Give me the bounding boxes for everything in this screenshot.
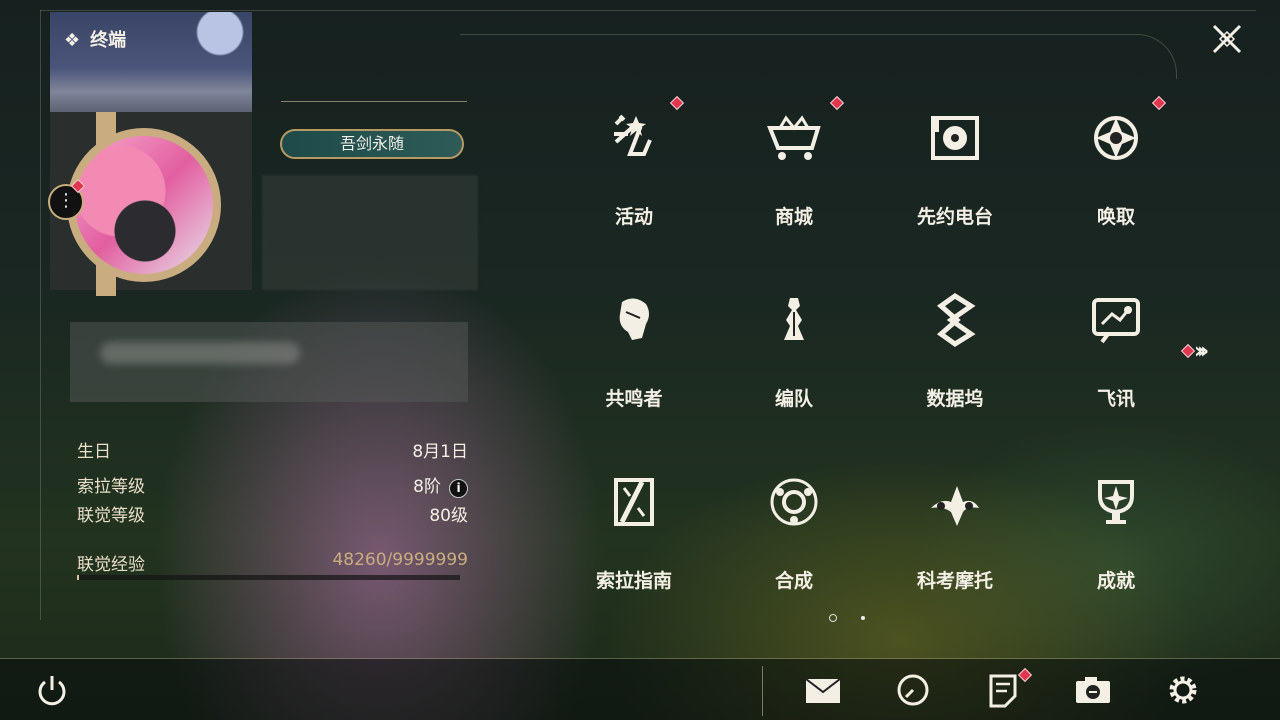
menu-item[interactable]: 合成 (719, 474, 869, 614)
title-badge[interactable]: 吾剑永随 (280, 129, 464, 159)
menu-item-badge (829, 95, 845, 111)
menu-item[interactable]: 商城 (719, 95, 869, 250)
close-icon (1212, 24, 1242, 54)
stat-label: 联觉经验 (77, 555, 145, 575)
clock-button[interactable] (893, 670, 933, 710)
camera-icon (1076, 677, 1110, 703)
menu-item[interactable]: 飞讯 (1041, 292, 1191, 432)
menu-item-label: 共鸣者 (605, 388, 663, 410)
stat-value: 80级 (429, 506, 468, 526)
stat-value: 48260/9999999 (332, 550, 468, 570)
menu-item-label: 合成 (774, 570, 813, 592)
terminal-title-text: 终端 (90, 30, 127, 51)
stat-value: 8月1日 (412, 442, 468, 462)
notes-button[interactable] (983, 670, 1023, 710)
menu-item-badge (1151, 95, 1167, 111)
activity-icon (606, 110, 662, 166)
motorcycle-icon (927, 474, 983, 530)
frame-line-left (40, 10, 41, 620)
synthesis-icon (766, 474, 822, 530)
stat-label: 索拉等级 (77, 477, 145, 497)
xp-progress-fill (77, 575, 80, 580)
frame-line-top (40, 10, 1256, 11)
menu-item-label: 先约电台 (916, 206, 993, 228)
achievement-icon (1088, 474, 1144, 530)
stat-birthday: 生日 8月1日 (77, 437, 468, 462)
signature-text-blurred (100, 342, 300, 364)
shop-icon (766, 110, 822, 166)
menu-item[interactable]: 先约电台 (880, 110, 1030, 250)
menu-item-badge (669, 95, 685, 111)
player-name-blurred (262, 175, 478, 290)
avatar[interactable] (75, 136, 213, 274)
menu-item[interactable]: 成就 (1041, 474, 1191, 614)
power-button[interactable] (32, 670, 72, 710)
summon-icon (1088, 110, 1144, 166)
name-divider (281, 101, 467, 102)
frame-line-curve (460, 34, 1177, 79)
mail-icon (805, 678, 841, 703)
message-icon (1088, 292, 1144, 348)
menu-item-label: 索拉指南 (595, 570, 672, 592)
menu-item[interactable]: 活动 (559, 95, 709, 250)
mail-button[interactable] (803, 670, 843, 710)
menu-item-label: 成就 (1096, 570, 1135, 592)
stat-value-row: 8阶 i (413, 472, 468, 498)
settings-button[interactable] (1163, 670, 1203, 710)
menu-item-label: 飞讯 (1096, 388, 1135, 410)
settings-icon (1169, 676, 1197, 704)
menu-item[interactable]: 共鸣者 (559, 292, 709, 432)
menu-item[interactable]: 数据坞 (880, 292, 1030, 432)
menu-item-label: 商城 (774, 206, 813, 228)
menu-item-label: 活动 (614, 206, 653, 228)
team-icon (766, 292, 822, 348)
menu-item-label: 编队 (774, 388, 813, 410)
menu-item-label: 数据坞 (926, 388, 984, 410)
menu-item[interactable]: 编队 (719, 292, 869, 432)
stat-label: 生日 (77, 442, 111, 462)
menu-item[interactable]: 科考摩托 (880, 474, 1030, 614)
stat-label: 联觉等级 (77, 506, 145, 526)
data-bank-icon (927, 292, 983, 348)
guide-icon (606, 474, 662, 530)
camera-button[interactable] (1073, 670, 1113, 710)
page-indicator-1[interactable] (829, 614, 837, 622)
stat-union-level: 联觉等级 80级 (77, 501, 468, 526)
menu-item-label: 唤取 (1096, 206, 1135, 228)
clock-icon (897, 674, 929, 706)
stat-sol-level: 索拉等级 8阶 i (77, 472, 468, 498)
resonator-icon (606, 292, 662, 348)
page-indicator-2[interactable] (861, 616, 865, 620)
power-icon (38, 676, 66, 706)
next-page-arrow-icon[interactable]: ››› (1194, 339, 1209, 364)
menu-item-label: 科考摩托 (916, 570, 993, 592)
xp-progress-bar (77, 575, 460, 580)
menu-item[interactable]: 唤取 (1041, 95, 1191, 250)
diamond-cluster-icon: ❖ (64, 30, 81, 51)
terminal-title: ❖ 终端 (64, 26, 126, 52)
stat-union-xp: 联觉经验 48260/9999999 (77, 550, 468, 575)
info-icon[interactable]: i (449, 479, 468, 498)
stat-value: 8阶 (413, 477, 441, 497)
notes-icon (989, 674, 1017, 708)
menu-item[interactable]: 索拉指南 (559, 474, 709, 614)
bottom-bar-divider (762, 666, 763, 716)
close-button[interactable] (1206, 22, 1248, 62)
radio-icon (927, 110, 983, 166)
more-dots-icon: ⋮ (57, 190, 75, 211)
